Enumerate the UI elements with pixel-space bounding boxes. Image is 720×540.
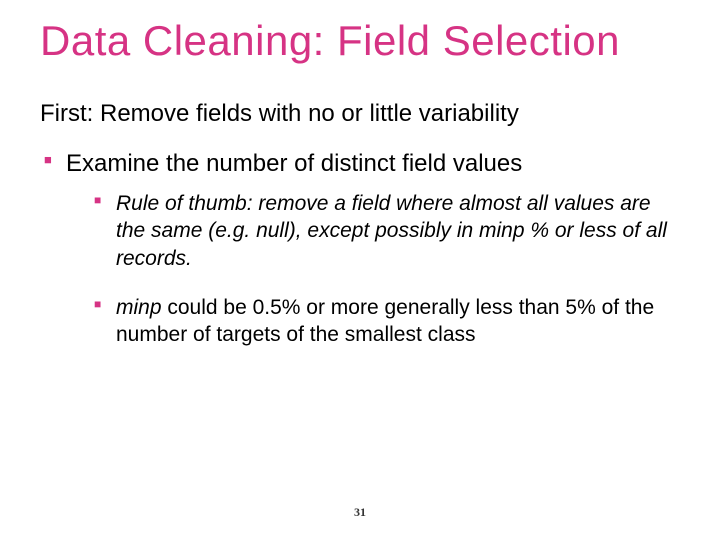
bullet-list-level1: Examine the number of distinct field val…	[44, 150, 680, 348]
bullet-l2-minp: minp could be 0.5% or more generally les…	[94, 294, 680, 349]
page-number: 31	[0, 505, 720, 520]
minp-rest: could be 0.5% or more generally less tha…	[116, 296, 654, 346]
bullet-l2-rule: Rule of thumb: remove a field where almo…	[94, 190, 680, 272]
slide: Data Cleaning: Field Selection First: Re…	[0, 0, 720, 540]
bullet-l1-examine: Examine the number of distinct field val…	[44, 150, 680, 348]
slide-title: Data Cleaning: Field Selection	[40, 18, 680, 64]
bullet-l1-text: Examine the number of distinct field val…	[66, 150, 522, 177]
intro-text: First: Remove fields with no or little v…	[40, 100, 680, 128]
bullet-list-level2: Rule of thumb: remove a field where almo…	[94, 190, 680, 348]
bullet-l2-rule-text: Rule of thumb: remove a field where almo…	[116, 192, 667, 270]
minp-term: minp	[116, 296, 162, 319]
